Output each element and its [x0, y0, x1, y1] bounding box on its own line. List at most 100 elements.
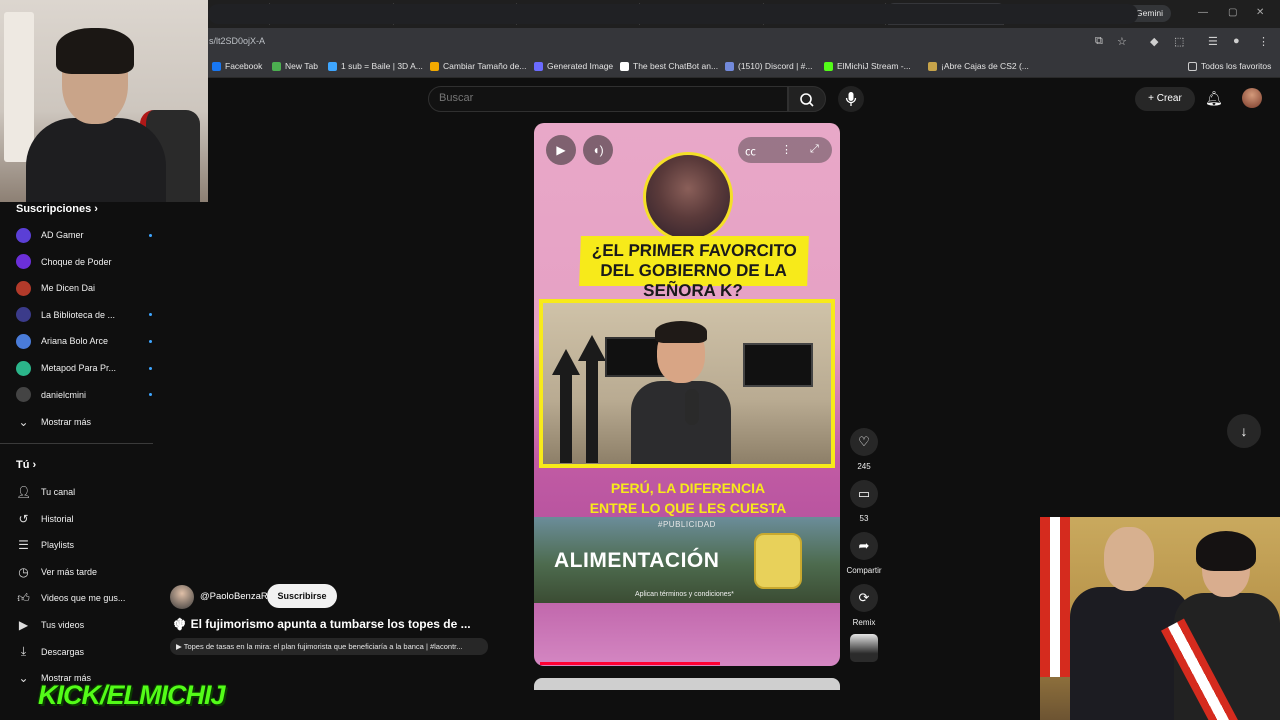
related-video-link[interactable]: ▶ Topes de tasas en la mira: el plan fuj… [170, 638, 488, 655]
progress-bar[interactable] [540, 662, 720, 665]
play-small-icon: ▶ [176, 642, 184, 651]
bookmark-label: New Tab [285, 61, 318, 71]
you-item-label: Tus videos [41, 620, 85, 630]
bookmark-item[interactable]: The best ChatBot an... [620, 61, 718, 71]
show-more-subscriptions[interactable]: ⌄ Mostrar más [16, 412, 152, 432]
audio-thumbnail[interactable] [850, 634, 878, 662]
bookmark-star-icon[interactable]: ☆ [1117, 35, 1127, 48]
maximize-icon[interactable]: ▢ [1228, 7, 1237, 18]
you-item[interactable]: ◷ Ver más tarde [16, 562, 152, 582]
fullscreen-icon[interactable]: ⤢ [810, 143, 819, 156]
bookmark-favicon-icon [212, 61, 221, 71]
you-item[interactable]: ☰ Playlists [16, 535, 152, 555]
new-content-dot [149, 339, 152, 343]
bookmark-label: (1510) Discord | #... [738, 61, 813, 71]
comments-button[interactable]: ▭ [850, 480, 878, 508]
subscription-item[interactable]: AD Gamer [16, 225, 152, 245]
next-short-preview[interactable] [534, 678, 840, 690]
puzzle-icon[interactable]: ⬚ [1174, 35, 1184, 48]
bookmark-favicon-icon [430, 61, 439, 71]
minimize-icon[interactable]: — [1198, 7, 1208, 18]
voice-search-button[interactable] [838, 86, 864, 112]
volume-button[interactable]: ◖) [583, 135, 613, 165]
bookmark-favicon-icon [725, 61, 734, 71]
subscription-item[interactable]: Metapod Para Pr... [16, 358, 152, 378]
like-count: 245 [857, 462, 871, 471]
captions-icon[interactable]: ㏄ [745, 143, 756, 159]
bookmark-item[interactable]: Facebook [212, 61, 262, 71]
arrow-up-icon [552, 349, 580, 375]
search-icon [800, 93, 814, 107]
bookmark-label: ElMichiJ Stream -... [837, 61, 911, 71]
channel-name[interactable]: @PaoloBenzaR [200, 591, 268, 602]
heart-icon: ♡ [858, 434, 870, 449]
subscribe-button[interactable]: Suscribirse [267, 584, 337, 608]
plus-icon: + [1148, 93, 1157, 104]
you-item[interactable]: ↺ Historial [16, 509, 152, 529]
url-text[interactable]: s/lt2SD0ojX-A [209, 36, 265, 46]
studio-microphone [685, 389, 699, 425]
you-heading[interactable]: Tú › [16, 459, 36, 471]
chevron-down-icon: ⌄ [18, 415, 29, 429]
bookmark-favicon-icon [928, 61, 937, 71]
subscription-item[interactable]: Ariana Bolo Arce [16, 331, 152, 351]
you-item[interactable]: ▶ Tus videos [16, 615, 152, 635]
subscription-item[interactable]: danielcmini [16, 385, 152, 405]
subscription-item[interactable]: Me Dicen Dai [16, 278, 152, 298]
hoodie [26, 118, 166, 202]
extension-icon[interactable]: ◆ [1150, 35, 1158, 48]
remix-button[interactable]: ⟳ [850, 584, 878, 612]
publicidad-tag: #PUBLICIDAD [658, 520, 716, 529]
notifications-bell-icon[interactable]: 🔔︎ [1205, 90, 1223, 107]
account-avatar[interactable] [1242, 88, 1262, 108]
tab-search-icon[interactable]: ☰ [1208, 35, 1218, 48]
comment-icon: ▭ [857, 486, 871, 501]
more-options-icon[interactable]: ⋮ [781, 143, 792, 156]
next-short-button[interactable]: ↓ [1227, 414, 1261, 448]
video-title[interactable]: 🌵︎ El fujimorismo apunta a tumbarse los … [172, 617, 492, 631]
all-bookmarks[interactable]: Todos los favoritos [1188, 61, 1271, 71]
you-item-label: Historial [41, 513, 74, 524]
subscription-item[interactable]: Choque de Poder [16, 252, 152, 272]
question-banner: ¿EL PRIMER FAVORCITO DEL GOBIERNO DE LA … [579, 236, 809, 300]
bookmark-item[interactable]: Generated Image [534, 61, 613, 71]
remix-icon: ⟳ [858, 590, 870, 605]
menu-dots-icon[interactable]: ⋮ [1258, 35, 1269, 48]
bookmark-label: Generated Image [547, 61, 614, 71]
search-button[interactable] [788, 86, 826, 112]
bookmark-item[interactable]: 1 sub = Baile | 3D A... [328, 61, 423, 71]
monitor-right [743, 343, 813, 387]
chevron-right-icon: › [94, 203, 98, 215]
microphone-icon [845, 92, 857, 106]
create-button[interactable]: + Crear [1135, 87, 1195, 111]
share-label: Compartir [846, 566, 882, 575]
bookmark-item[interactable]: (1510) Discord | #... [725, 61, 813, 71]
new-content-dot [149, 233, 152, 237]
bookmark-item[interactable]: ¡Abre Cajas de CS2 (... [928, 61, 1029, 71]
like-button[interactable]: ♡ [850, 428, 878, 456]
subscription-label: danielcmini [41, 389, 87, 400]
you-item[interactable]: 👤︎ Tu canal [16, 482, 152, 502]
food-dish [754, 533, 802, 589]
you-item[interactable]: 👍︎ Videos que me gus... [16, 588, 152, 608]
play-button[interactable]: ▶ [546, 135, 576, 165]
install-icon[interactable]: ⧉ [1095, 35, 1103, 48]
bookmark-item[interactable]: New Tab [272, 61, 318, 71]
you-item-label: Ver más tarde [41, 566, 98, 577]
alimentacion-title: ALIMENTACIÓN [554, 549, 720, 572]
profile-icon[interactable]: ● [1233, 35, 1240, 47]
subscription-item[interactable]: La Biblioteca de ... [16, 305, 152, 325]
bookmark-item[interactable]: ElMichiJ Stream -... [824, 61, 911, 71]
arrow-down-icon: ↓ [1240, 423, 1248, 439]
arrow-stem [586, 359, 598, 463]
share-button[interactable]: ➦ [850, 532, 878, 560]
subscriptions-heading[interactable]: Suscripciones › [16, 203, 98, 215]
bookmark-label: Facebook [225, 61, 263, 71]
search-input[interactable] [439, 92, 759, 104]
person-icon: 👤︎ [16, 485, 32, 499]
bookmark-item[interactable]: Cambiar Tamaño de... [430, 61, 526, 71]
url-box[interactable] [208, 4, 1138, 24]
you-item[interactable]: ⤓ Descargas [16, 642, 152, 662]
close-window-icon[interactable]: ✕ [1256, 7, 1264, 18]
channel-avatar[interactable] [170, 585, 194, 609]
